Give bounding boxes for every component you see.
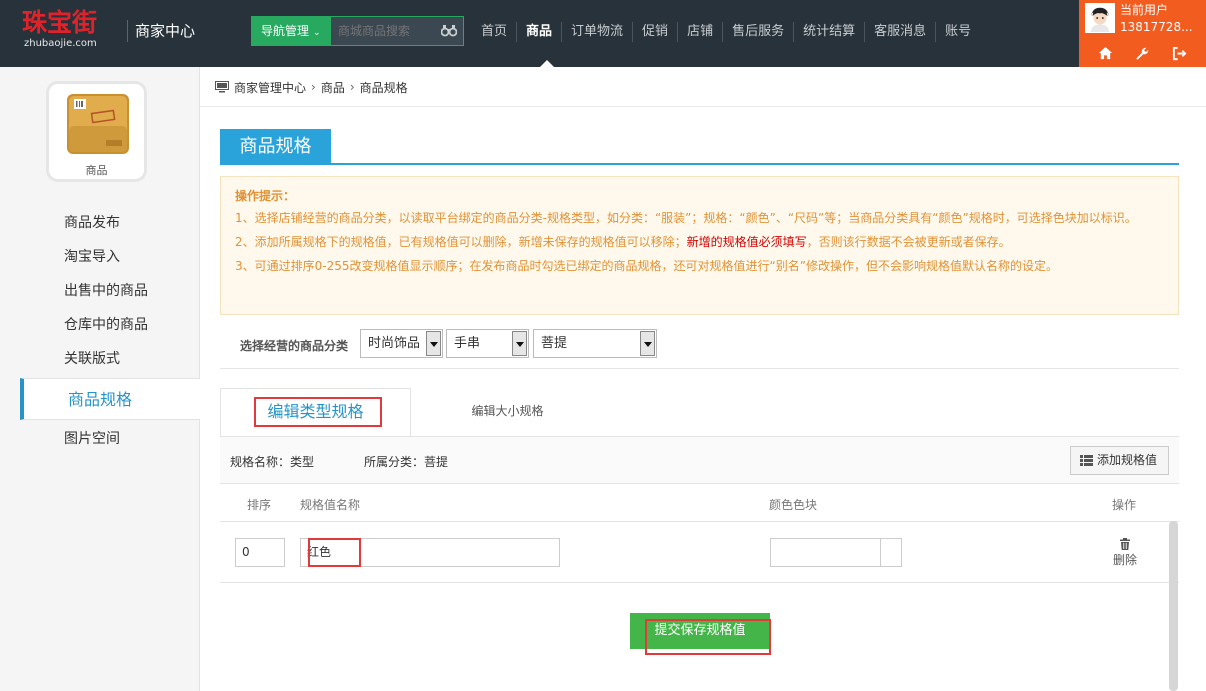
sidebar-item-image-space[interactable]: 图片空间 — [0, 422, 200, 456]
menu-item-account[interactable]: 账号 — [935, 22, 980, 42]
tip-line-2-text-end: ，否则该行数据不会被更新或者保存。 — [806, 235, 1011, 249]
operation-tips: 操作提示： 1、选择店铺经营的商品分类，以读取平台绑定的商品分类-规格类型，如分… — [220, 176, 1179, 315]
color-picker-divider — [880, 538, 881, 567]
main-content: 商家管理中心 › 商品 › 商品规格 商品规格 操作提示： 1、选择店铺经营的商… — [200, 67, 1206, 691]
sidebar-item-publish[interactable]: 商品发布 — [0, 206, 200, 240]
menu-item-promotion[interactable]: 促销 — [632, 22, 677, 42]
menu-item-store[interactable]: 店铺 — [677, 22, 722, 42]
sidebar-menu: 商品发布 淘宝导入 出售中的商品 仓库中的商品 关联版式 商品规格 图片空间 — [0, 206, 200, 456]
dropdown-arrow-icon — [512, 331, 527, 356]
add-spec-value-button[interactable]: 添加规格值 — [1070, 446, 1169, 475]
menu-item-messages[interactable]: 客服消息 — [864, 22, 935, 42]
binoculars-search-icon[interactable] — [441, 23, 457, 37]
table-row: 0 红色 删除 — [220, 522, 1179, 583]
select-value: 时尚饰品 — [368, 336, 421, 351]
menu-item-orders[interactable]: 订单物流 — [561, 22, 632, 42]
main-menu: 首页 商品 订单物流 促销 店铺 售后服务 统计结算 客服消息 账号 — [472, 22, 980, 42]
search-box — [331, 16, 464, 46]
dropdown-arrow-icon — [426, 331, 441, 356]
highlight-box — [254, 397, 382, 427]
delete-button[interactable]: 删除 — [1112, 538, 1138, 568]
logo-text: 珠宝街 — [22, 8, 98, 37]
select-value: 菩提 — [541, 336, 568, 351]
category-select-level1[interactable]: 时尚饰品 — [360, 329, 443, 358]
menu-item-goods[interactable]: 商品 — [516, 22, 561, 42]
sidebar-item-warehouse[interactable]: 仓库中的商品 — [0, 308, 200, 342]
search-input[interactable] — [331, 17, 431, 45]
breadcrumb-divider — [200, 106, 1206, 107]
site-logo[interactable]: 珠宝街 zhubaojie.com — [22, 8, 112, 52]
user-actions — [1079, 41, 1206, 65]
page-title-bar: 商品规格 — [220, 129, 1179, 165]
monitor-icon — [215, 81, 229, 93]
user-avatar[interactable] — [1085, 3, 1115, 33]
breadcrumb-item[interactable]: 商家管理中心 — [234, 79, 306, 96]
breadcrumb-item: 商品规格 — [359, 80, 408, 95]
category-selector-row: 选择经营的商品分类 时尚饰品 手串 菩提 — [220, 327, 1179, 369]
spec-info-bar: 规格名称：类型 所属分类：菩提 添加规格值 — [220, 436, 1179, 484]
sidebar: 商品 商品发布 淘宝导入 出售中的商品 仓库中的商品 关联版式 商品规格 图片空… — [0, 67, 200, 691]
color-swatch-input[interactable] — [770, 538, 902, 567]
category-label: 选择经营的商品分类 — [240, 339, 349, 353]
tip-line-1: 1、选择店铺经营的商品分类，以读取平台绑定的商品分类-规格类型，如分类：“服装”… — [235, 211, 1137, 225]
highlight-box — [308, 538, 361, 567]
category-select-level3[interactable]: 菩提 — [533, 329, 657, 358]
tip-line-2-warning: 新增的规格值必须填写 — [686, 235, 807, 249]
breadcrumb-item[interactable]: 商品 — [321, 79, 345, 96]
breadcrumb-separator: › — [349, 80, 355, 94]
list-icon — [1080, 455, 1093, 466]
tips-title: 操作提示： — [235, 189, 296, 203]
menu-item-aftersale[interactable]: 售后服务 — [722, 22, 793, 42]
highlight-box — [645, 619, 771, 655]
column-header-name: 规格值名称 — [300, 498, 361, 512]
scrollbar[interactable] — [1169, 521, 1178, 691]
column-header-order: 排序 — [247, 498, 272, 512]
module-label: 商品 — [85, 164, 108, 177]
category-select-level2[interactable]: 手串 — [446, 329, 529, 358]
wrench-icon[interactable] — [1135, 46, 1150, 61]
tab-edit-size-spec[interactable]: 编辑大小规格 — [455, 388, 560, 436]
home-icon[interactable] — [1098, 46, 1113, 61]
site-name: 商家中心 — [127, 20, 195, 42]
menu-item-statistics[interactable]: 统计结算 — [793, 22, 864, 42]
user-panel: 当前用户 13817728... — [1079, 0, 1206, 67]
trash-icon — [1120, 538, 1130, 550]
column-header-action: 操作 — [1112, 498, 1137, 512]
nav-manage-label: 导航管理 — [261, 24, 310, 38]
top-navigation-bar: 珠宝街 zhubaojie.com 商家中心 导航管理⌄ 首页 商品 订单物流 … — [0, 0, 1206, 67]
page-title: 商品规格 — [220, 129, 331, 165]
column-header-color: 颜色色块 — [769, 498, 818, 512]
dropdown-arrow-icon — [640, 331, 655, 356]
user-label: 当前用户 — [1120, 3, 1169, 17]
tip-line-3: 3、可通过排序0-255改变规格值显示顺序；在发布商品时勾选已绑定的商品规格，还… — [235, 259, 1058, 273]
spec-name: 规格名称：类型 — [230, 455, 315, 469]
logo-domain: zhubaojie.com — [24, 38, 97, 49]
table-header: 排序 规格值名称 颜色色块 操作 — [220, 484, 1179, 522]
chevron-down-icon: ⌄ — [313, 28, 321, 38]
package-icon — [67, 94, 129, 154]
sidebar-item-on-sale[interactable]: 出售中的商品 — [0, 274, 200, 308]
module-card-goods[interactable]: 商品 — [46, 81, 147, 182]
breadcrumb-separator: › — [311, 80, 316, 94]
select-value: 手串 — [454, 336, 481, 351]
order-input[interactable]: 0 — [235, 538, 285, 567]
tip-line-2: 2、添加所属规格下的规格值，已有规格值可以删除，新增未保存的规格值可以移除；新增… — [235, 232, 1164, 253]
tip-line-2-text: 2、添加所属规格下的规格值，已有规格值可以删除，新增未保存的规格值可以移除； — [235, 235, 687, 249]
sidebar-item-taobao-import[interactable]: 淘宝导入 — [0, 240, 200, 274]
delete-label: 删除 — [1112, 553, 1137, 567]
menu-item-home[interactable]: 首页 — [472, 22, 516, 42]
spec-category: 所属分类：菩提 — [364, 455, 449, 469]
sidebar-item-spec[interactable]: 商品规格 — [20, 378, 200, 420]
breadcrumb: 商家管理中心 › 商品 › 商品规格 — [215, 79, 408, 95]
user-phone: 13817728... — [1120, 20, 1193, 34]
nav-manage-button[interactable]: 导航管理 ⌄ — [251, 16, 331, 46]
sidebar-item-related-layout[interactable]: 关联版式 — [0, 342, 200, 376]
active-menu-indicator — [540, 60, 554, 67]
logout-icon[interactable] — [1172, 46, 1187, 61]
add-spec-value-label: 添加规格值 — [1097, 453, 1158, 467]
